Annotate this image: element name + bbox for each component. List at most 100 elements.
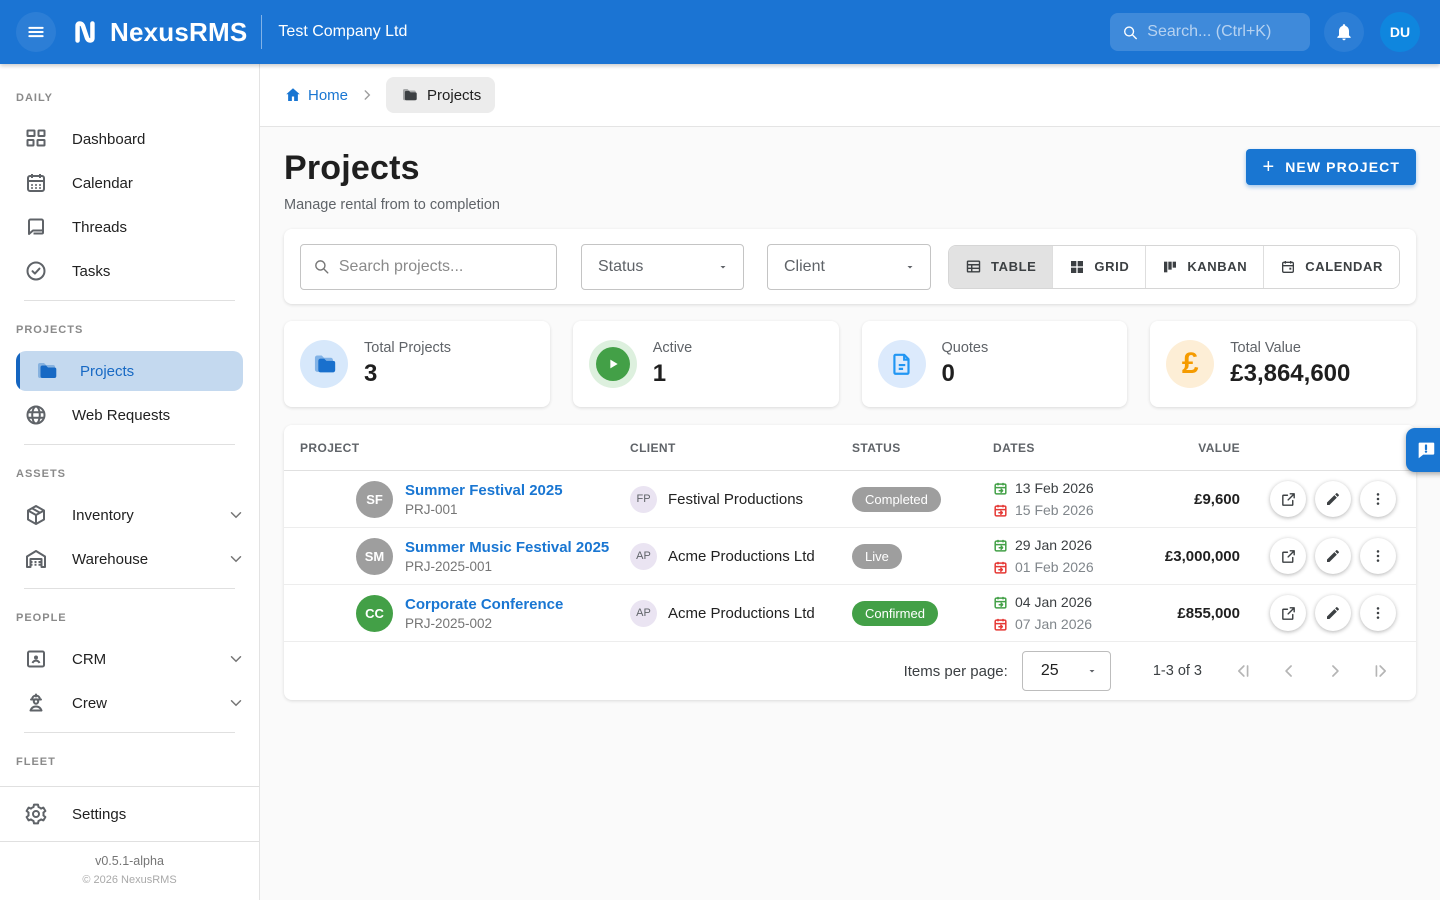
project-value: £9,600: [1140, 491, 1240, 508]
client-name: Festival Productions: [668, 491, 803, 508]
sidebar-item-label: Inventory: [72, 507, 134, 524]
client-filter-select[interactable]: Client: [767, 244, 931, 290]
row-menu-button[interactable]: [1360, 538, 1396, 574]
stat-label: Total Projects: [364, 340, 451, 356]
table-view-icon: [965, 258, 982, 275]
bell-icon: [1334, 22, 1354, 42]
sidebar-item-label: Crew: [72, 695, 107, 712]
client-filter-label: Client: [784, 258, 825, 276]
sidebar-item-projects[interactable]: Projects: [16, 351, 243, 391]
global-search[interactable]: [1110, 13, 1310, 51]
sidebar-item-calendar[interactable]: Calendar: [0, 161, 259, 205]
nexusrms-logo-icon: [68, 15, 102, 49]
project-name-link[interactable]: Summer Festival 2025: [405, 482, 563, 499]
date-end: 07 Jan 2026: [1015, 614, 1092, 634]
tasks-icon: [24, 259, 48, 283]
breadcrumb-current: Projects: [386, 77, 495, 113]
breadcrumb-separator-icon: [360, 88, 374, 102]
project-name-link[interactable]: Summer Music Festival 2025: [405, 539, 609, 556]
project-code: PRJ-2025-002: [405, 616, 563, 631]
row-menu-button[interactable]: [1360, 481, 1396, 517]
view-calendar-button[interactable]: CALENDAR: [1264, 246, 1399, 288]
sidebar-item-web-requests[interactable]: Web Requests: [0, 393, 259, 437]
open-project-button[interactable]: [1270, 538, 1306, 574]
sidebar-item-label: Web Requests: [72, 407, 170, 424]
first-page-button[interactable]: [1220, 651, 1266, 691]
client-avatar: AP: [630, 543, 657, 570]
chevron-down-icon: [227, 506, 245, 524]
folder-icon: [311, 351, 338, 378]
feedback-button[interactable]: [1406, 428, 1440, 472]
global-search-input[interactable]: [1147, 23, 1298, 41]
sidebar-item-crm[interactable]: CRM: [0, 637, 259, 681]
open-project-button[interactable]: [1270, 481, 1306, 517]
calendar-start-icon: [993, 595, 1008, 610]
section-label-daily: DAILY: [0, 76, 259, 117]
new-project-label: NEW PROJECT: [1285, 159, 1400, 175]
column-header-dates: DATES: [993, 441, 1140, 455]
breadcrumb-current-label: Projects: [427, 87, 481, 104]
sidebar-item-inventory[interactable]: Inventory: [0, 493, 259, 537]
sidebar-item-label: Projects: [80, 363, 134, 380]
calendar-end-icon: [993, 560, 1008, 575]
sidebar-item-threads[interactable]: Threads: [0, 205, 259, 249]
chevron-down-icon: [227, 650, 245, 668]
user-avatar[interactable]: DU: [1380, 12, 1420, 52]
calendar-end-icon: [993, 617, 1008, 632]
new-project-button[interactable]: + NEW PROJECT: [1246, 149, 1416, 185]
chevron-right-icon: [1325, 661, 1345, 681]
items-per-page-select[interactable]: 25: [1022, 651, 1111, 691]
section-label-people: PEOPLE: [0, 596, 259, 637]
pencil-icon: [1325, 548, 1341, 564]
status-filter-label: Status: [598, 258, 643, 276]
dropdown-arrow-icon: [904, 261, 916, 273]
company-name: Test Company Ltd: [278, 23, 407, 41]
menu-toggle-button[interactable]: [16, 12, 56, 52]
project-search-field[interactable]: [300, 244, 557, 290]
app-version: v0.5.1-alpha: [0, 854, 259, 868]
warehouse-icon: [24, 547, 48, 571]
edit-project-button[interactable]: [1315, 538, 1351, 574]
view-grid-button[interactable]: GRID: [1053, 246, 1146, 288]
row-menu-button[interactable]: [1360, 595, 1396, 631]
project-search-input[interactable]: [339, 258, 544, 276]
kebab-menu-icon: [1370, 548, 1386, 564]
gear-icon: [24, 802, 48, 826]
previous-page-button[interactable]: [1266, 651, 1312, 691]
stat-quotes: Quotes 0: [862, 321, 1128, 407]
status-filter-select[interactable]: Status: [581, 244, 744, 290]
stat-label: Total Value: [1230, 340, 1350, 356]
open-in-new-icon: [1280, 548, 1297, 565]
last-page-icon: [1371, 661, 1391, 681]
sidebar-item-dashboard[interactable]: Dashboard: [0, 117, 259, 161]
next-page-button[interactable]: [1312, 651, 1358, 691]
notifications-button[interactable]: [1324, 12, 1364, 52]
open-in-new-icon: [1280, 491, 1297, 508]
navbar-divider: [261, 15, 262, 49]
sidebar-item-tasks[interactable]: Tasks: [0, 249, 259, 293]
edit-project-button[interactable]: [1315, 481, 1351, 517]
breadcrumb-home-link[interactable]: Home: [284, 86, 348, 104]
last-page-button[interactable]: [1358, 651, 1404, 691]
pencil-icon: [1325, 491, 1341, 507]
table-header-row: PROJECT CLIENT STATUS DATES VALUE: [284, 425, 1416, 471]
brand-logo[interactable]: NexusRMS: [68, 15, 247, 49]
stats-row: Total Projects 3 Active 1: [284, 321, 1416, 407]
projects-table: PROJECT CLIENT STATUS DATES VALUE SF Sum…: [284, 425, 1416, 700]
open-project-button[interactable]: [1270, 595, 1306, 631]
date-end: 15 Feb 2026: [1015, 500, 1094, 520]
project-name-link[interactable]: Corporate Conference: [405, 596, 563, 613]
sidebar-item-warehouse[interactable]: Warehouse: [0, 537, 259, 581]
view-table-button[interactable]: TABLE: [949, 246, 1053, 288]
sidebar-item-crew[interactable]: Crew: [0, 681, 259, 725]
sidebar-item-label: Dashboard: [72, 131, 145, 148]
sidebar-item-label: CRM: [72, 651, 106, 668]
date-start: 04 Jan 2026: [1015, 592, 1092, 612]
edit-project-button[interactable]: [1315, 595, 1351, 631]
view-kanban-button[interactable]: KANBAN: [1146, 246, 1264, 288]
column-header-value: VALUE: [1140, 441, 1240, 455]
crew-icon: [24, 691, 48, 715]
sidebar-item-settings[interactable]: Settings: [0, 792, 259, 836]
view-kanban-label: KANBAN: [1187, 259, 1247, 274]
pagination-range: 1-3 of 3: [1153, 663, 1202, 679]
